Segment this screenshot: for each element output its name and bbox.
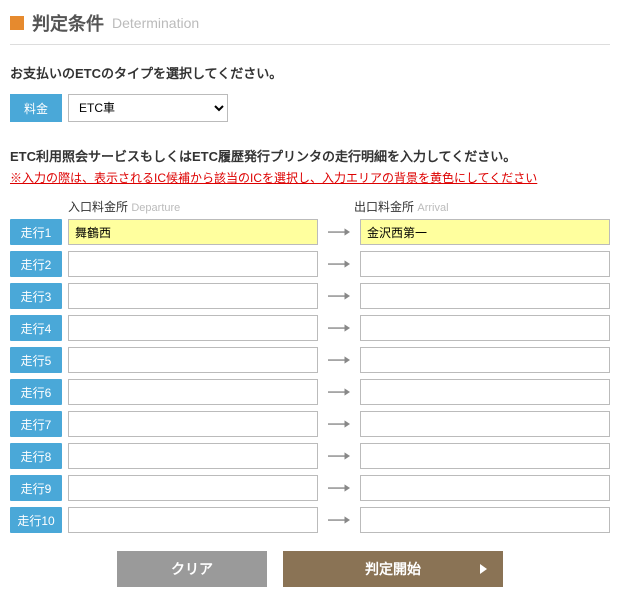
arrow-right-icon (324, 379, 354, 405)
arrow-right-icon (324, 443, 354, 469)
table-header: 入口料金所 Departure 出口料金所 Arrival (10, 198, 610, 215)
route-label: 走行3 (10, 283, 62, 309)
page-title: 判定条件 (32, 10, 104, 36)
arrow-right-icon (324, 507, 354, 533)
arrival-input[interactable] (360, 475, 610, 501)
departure-input[interactable] (68, 283, 318, 309)
departure-input[interactable] (68, 443, 318, 469)
departure-input[interactable] (68, 379, 318, 405)
fee-select[interactable]: ETC車 (68, 94, 228, 122)
arrival-input[interactable] (360, 315, 610, 341)
col-arrival-en: Arrival (417, 202, 448, 214)
arrow-right-icon (324, 251, 354, 277)
route-row: 走行2 (10, 251, 610, 277)
departure-input[interactable] (68, 507, 318, 533)
route-label: 走行4 (10, 315, 62, 341)
instruction-route-input: ETC利用照会サービスもしくはETC履歴発行プリンタの走行明細を入力してください… (10, 146, 610, 165)
route-label: 走行10 (10, 507, 62, 533)
page-subtitle: Determination (112, 15, 199, 31)
route-label: 走行7 (10, 411, 62, 437)
route-row: 走行10 (10, 507, 610, 533)
fee-label: 料金 (10, 94, 62, 122)
route-row: 走行3 (10, 283, 610, 309)
departure-input[interactable] (68, 347, 318, 373)
col-departure-en: Departure (131, 202, 180, 214)
col-arrival: 出口料金所 Arrival (354, 198, 610, 215)
arrow-right-icon (324, 475, 354, 501)
departure-input[interactable] (68, 411, 318, 437)
route-row: 走行6 (10, 379, 610, 405)
note-highlight: ※入力の際は、表示されるIC候補から該当のICを選択し、入力エリアの背景を黄色に… (10, 169, 610, 186)
clear-button-label: クリア (171, 559, 213, 579)
route-label: 走行6 (10, 379, 62, 405)
rows-container: 走行1 走行2 走行3 走行4 走行5 走行6 走行7 走行8 走行9 走行10 (10, 219, 610, 533)
arrival-input[interactable] (360, 507, 610, 533)
col-departure-jp: 入口料金所 (68, 200, 128, 214)
fee-row: 料金 ETC車 (10, 94, 610, 122)
arrival-input[interactable] (360, 251, 610, 277)
route-row: 走行4 (10, 315, 610, 341)
arrow-right-icon (324, 283, 354, 309)
arrival-input[interactable] (360, 443, 610, 469)
arrival-input[interactable] (360, 219, 610, 245)
route-label: 走行1 (10, 219, 62, 245)
route-label: 走行9 (10, 475, 62, 501)
header-accent-square (10, 16, 24, 30)
section-header: 判定条件 Determination (10, 10, 610, 45)
button-row: クリア 判定開始 (10, 551, 610, 587)
arrival-input[interactable] (360, 283, 610, 309)
arrow-right-icon (324, 347, 354, 373)
route-label: 走行5 (10, 347, 62, 373)
instruction-etc-type: お支払いのETCのタイプを選択してください。 (10, 63, 610, 82)
submit-button-label: 判定開始 (365, 559, 421, 579)
route-row: 走行8 (10, 443, 610, 469)
arrival-input[interactable] (360, 411, 610, 437)
chevron-right-icon (480, 564, 487, 574)
departure-input[interactable] (68, 315, 318, 341)
arrival-input[interactable] (360, 379, 610, 405)
col-arrival-jp: 出口料金所 (354, 200, 414, 214)
arrival-input[interactable] (360, 347, 610, 373)
route-label: 走行2 (10, 251, 62, 277)
arrow-right-icon (324, 411, 354, 437)
arrow-right-icon (324, 315, 354, 341)
submit-button[interactable]: 判定開始 (283, 551, 503, 587)
route-row: 走行5 (10, 347, 610, 373)
route-label: 走行8 (10, 443, 62, 469)
col-departure: 入口料金所 Departure (68, 198, 324, 215)
departure-input[interactable] (68, 475, 318, 501)
clear-button[interactable]: クリア (117, 551, 267, 587)
departure-input[interactable] (68, 219, 318, 245)
route-row: 走行9 (10, 475, 610, 501)
route-row: 走行7 (10, 411, 610, 437)
departure-input[interactable] (68, 251, 318, 277)
route-row: 走行1 (10, 219, 610, 245)
arrow-right-icon (324, 219, 354, 245)
